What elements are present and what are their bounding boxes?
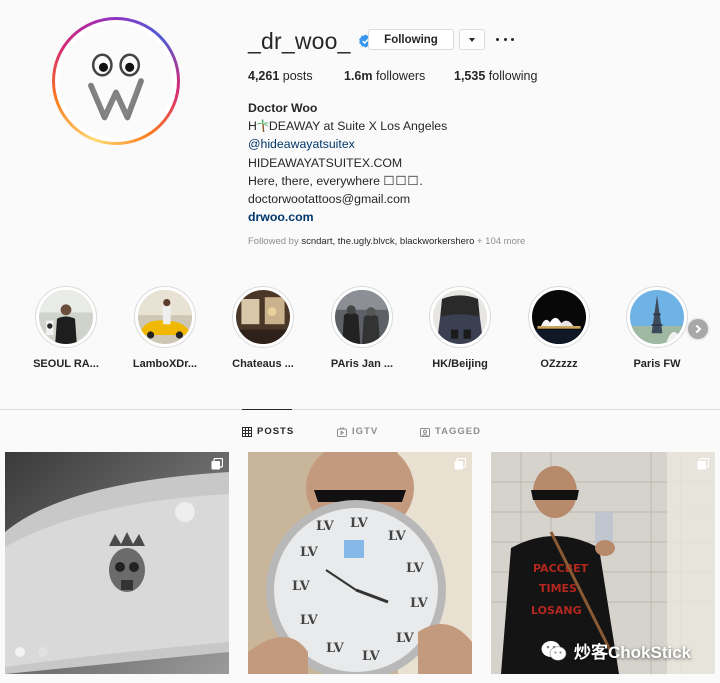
wechat-icon: [541, 640, 567, 661]
bio-line-everywhere: Here, there, everywhere ☐☐☐.: [248, 173, 424, 188]
posts-stat: 4,261 posts: [248, 69, 313, 83]
svg-text:LV: LV: [300, 613, 319, 628]
tabs-divider: [0, 409, 720, 410]
tagged-icon: [420, 427, 430, 437]
highlight-item[interactable]: SEOUL RA...: [21, 286, 111, 370]
highlight-cover: [236, 290, 290, 344]
svg-text:LV: LV: [388, 529, 407, 544]
website-link[interactable]: drwoo.com: [248, 208, 447, 226]
highlight-label: PAris Jan ...: [330, 358, 394, 370]
multiple-photos-icon: [454, 458, 466, 470]
following-label: following: [488, 69, 538, 83]
followed-by-more: + 104 more: [477, 236, 526, 247]
profile-avatar: [59, 24, 173, 138]
highlight-label: HK/Beijing: [432, 358, 488, 370]
svg-text:LV: LV: [410, 596, 429, 611]
highlight-item[interactable]: Chateaus ...: [218, 286, 308, 370]
tab-tagged[interactable]: TAGGED: [420, 426, 481, 437]
igtv-icon: [337, 426, 347, 437]
full-name: Doctor Woo: [248, 101, 318, 115]
palm-tree-icon: [256, 119, 269, 133]
followers-count: 1.6m: [344, 69, 373, 83]
svg-text:LV: LV: [292, 579, 311, 594]
highlight-cover: [39, 290, 93, 344]
highlight-item[interactable]: LamboXDr...: [120, 286, 210, 370]
bio-line-site: HIDEAWAYATSUITEX.COM: [248, 155, 403, 170]
tab-igtv[interactable]: IGTV: [337, 426, 378, 437]
highlight-label: OZzzzz: [540, 358, 578, 370]
svg-text:PACCBET: PACCBET: [533, 562, 589, 575]
svg-text:LOSANG: LOSANG: [531, 604, 582, 617]
post-thumbnail[interactable]: LV LV LV LV LV LV LV LV LV LV LV: [248, 452, 472, 674]
bio-line-hideaway: H DEAWAY at Suite X Los Angeles: [248, 119, 448, 134]
post-image: LV LV LV LV LV LV LV LV LV LV LV: [248, 452, 472, 674]
post-thumbnail[interactable]: [5, 452, 229, 674]
highlight-label: LamboXDr...: [132, 358, 198, 370]
highlight-label: Chateaus ...: [232, 358, 294, 370]
following-stat[interactable]: 1,535 following: [454, 69, 537, 83]
tab-posts[interactable]: POSTS: [242, 426, 294, 437]
chevron-down-icon: [469, 37, 475, 42]
multiple-photos-icon: [211, 458, 223, 470]
svg-text:LV: LV: [362, 649, 381, 664]
svg-text:LV: LV: [300, 545, 319, 560]
svg-text:LV: LV: [350, 516, 369, 531]
suggested-dropdown-button[interactable]: [459, 29, 485, 50]
highlight-item[interactable]: HK/Beijing: [415, 286, 505, 370]
highlight-label: Paris FW: [633, 358, 681, 370]
posts-count: 4,261: [248, 69, 280, 83]
highlight-cover: [138, 290, 192, 344]
svg-text:LV: LV: [396, 631, 415, 646]
username-row: _dr_woo_: [248, 26, 373, 56]
highlight-cover: [335, 290, 389, 344]
posts-label: posts: [282, 69, 313, 83]
following-count: 1,535: [454, 69, 486, 83]
multiple-photos-icon: [697, 458, 709, 470]
following-button[interactable]: Following: [368, 29, 454, 50]
profile-bio: Doctor Woo H DEAWAY at Suite X Los Angele…: [248, 99, 447, 226]
watermark: 炒客ChokStick: [541, 638, 691, 663]
followers-stat[interactable]: 1.6m followers: [344, 69, 425, 83]
svg-text:LV: LV: [406, 561, 425, 576]
followed-by-names: scndart, the.ugly.blvck, blackworkersher…: [301, 236, 475, 247]
highlight-label: SEOUL RA...: [33, 358, 99, 370]
more-options-button[interactable]: [496, 31, 514, 47]
highlight-item[interactable]: PAris Jan ...: [317, 286, 407, 370]
chevron-right-icon: [692, 324, 702, 334]
highlight-cover: [630, 290, 684, 344]
followed-by[interactable]: Followed by scndart, the.ugly.blvck, bla…: [248, 236, 525, 247]
svg-text:LV: LV: [326, 641, 345, 656]
svg-text:LV: LV: [316, 519, 335, 534]
highlight-cover: [532, 290, 586, 344]
bio-mention-link[interactable]: @hideawayatsuitex: [248, 135, 447, 153]
username: _dr_woo_: [248, 27, 351, 54]
followers-label: followers: [375, 69, 426, 83]
svg-text:TIMES: TIMES: [539, 582, 577, 595]
watermark-text: 炒客ChokStick: [574, 643, 692, 662]
post-image: [5, 452, 229, 674]
profile-avatar-story-ring[interactable]: [52, 17, 180, 145]
highlights-next-button[interactable]: [688, 319, 708, 339]
highlight-item[interactable]: OZzzzz: [514, 286, 604, 370]
bio-email: doctorwootattoos@gmail.com: [248, 192, 411, 207]
active-tab-indicator: [242, 409, 292, 410]
highlight-cover: [433, 290, 487, 344]
grid-icon: [242, 426, 252, 437]
